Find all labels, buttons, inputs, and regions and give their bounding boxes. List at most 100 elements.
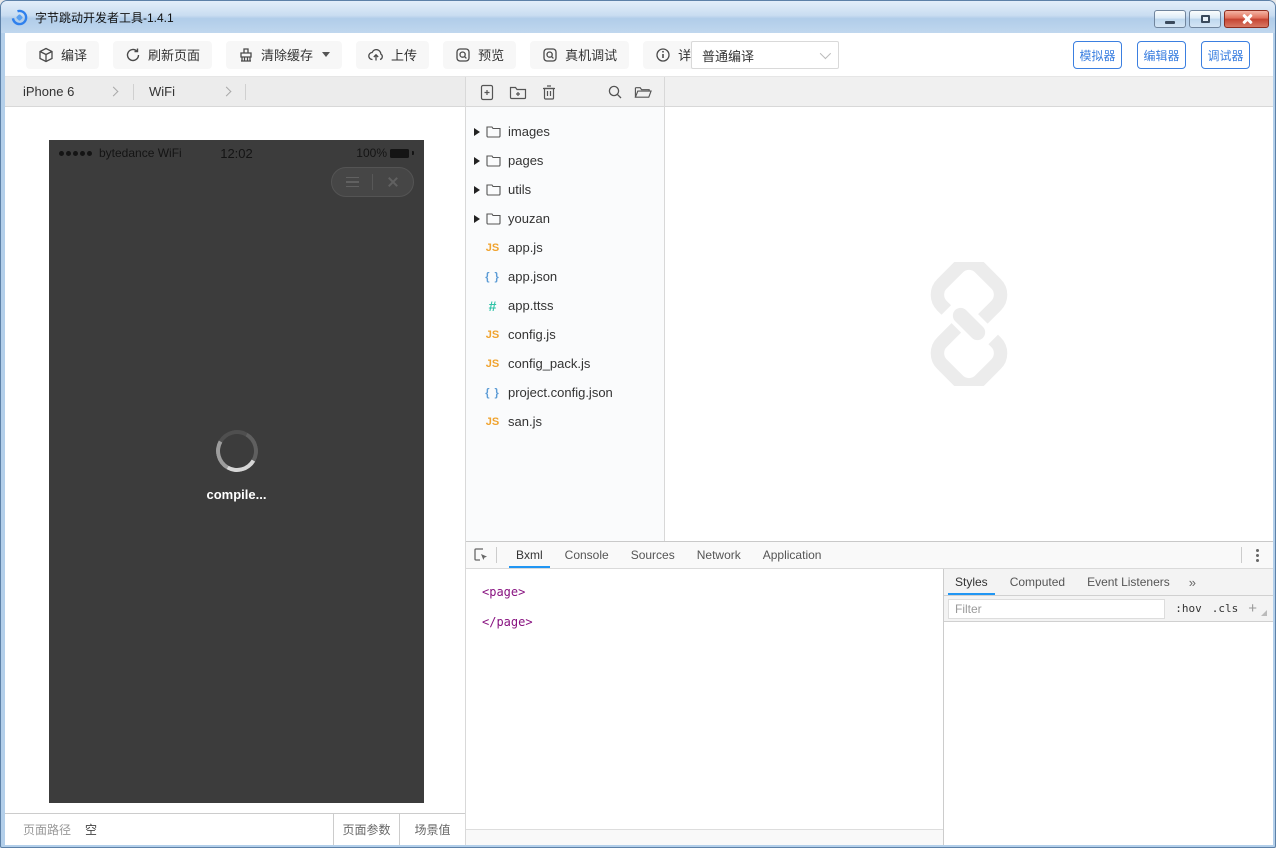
mini-program-menu-button[interactable] (332, 168, 372, 196)
code-line: </page> (482, 607, 943, 637)
network-name: WiFi (149, 84, 175, 99)
code-line: <page> (482, 577, 943, 607)
loading-spinner (211, 425, 262, 476)
tab-bxml[interactable]: Bxml (505, 542, 554, 568)
js-file-icon: JS (484, 329, 501, 341)
styles-content-empty (944, 622, 1273, 845)
styles-filter-input[interactable] (948, 599, 1165, 619)
device-bar: iPhone 6 WiFi (5, 77, 465, 107)
app-logo-icon (11, 9, 28, 26)
clear-cache-button[interactable]: 清除缓存 (226, 41, 342, 69)
expand-arrow-icon (474, 157, 480, 165)
tab-event-listeners[interactable]: Event Listeners (1076, 569, 1181, 595)
qr-scan-icon (455, 47, 471, 63)
folder-name: utils (508, 182, 531, 197)
folder-icon (486, 212, 501, 225)
open-folder-icon (634, 84, 652, 100)
network-select[interactable]: WiFi (134, 77, 245, 106)
new-folder-icon (509, 84, 527, 100)
trash-icon (542, 84, 556, 100)
file-name: san.js (508, 414, 542, 429)
file-tree-toolbar (466, 77, 665, 107)
tab-styles[interactable]: Styles (944, 569, 999, 595)
compile-mode-select[interactable]: 普通编译 (691, 41, 839, 69)
refresh-page-button[interactable]: 刷新页面 (113, 41, 212, 69)
minimize-icon (1165, 21, 1175, 24)
folder-row-youzan[interactable]: youzan (466, 204, 664, 233)
mini-program-close-button[interactable] (373, 168, 413, 196)
bytedance-ide-watermark-logo (907, 262, 1031, 386)
page-path-value: 空 (85, 821, 97, 838)
simulator-panel: iPhone 6 WiFi bytedance WiFi 12:02 (5, 77, 466, 845)
tab-computed[interactable]: Computed (999, 569, 1076, 595)
divider (1241, 547, 1242, 563)
folder-row-utils[interactable]: utils (466, 175, 664, 204)
tab-sources[interactable]: Sources (620, 542, 686, 568)
chevron-down-icon (820, 48, 831, 59)
devtools-menu-button[interactable] (1252, 545, 1263, 566)
compile-button[interactable]: 编译 (26, 41, 99, 69)
folder-row-images[interactable]: images (466, 117, 664, 146)
new-file-button[interactable] (478, 83, 496, 101)
inspect-element-button[interactable] (466, 542, 496, 568)
close-button[interactable] (1224, 10, 1269, 28)
scene-value-tab[interactable]: 场景值 (399, 814, 465, 845)
folder-name: pages (508, 153, 543, 168)
folder-icon (486, 154, 501, 167)
page-path-label: 页面路径 (23, 821, 71, 838)
styles-sidebar: Styles Computed Event Listeners » :hov .… (944, 569, 1273, 845)
folder-row-pages[interactable]: pages (466, 146, 664, 175)
file-row-app-ttss[interactable]: # app.ttss (466, 291, 664, 320)
broom-icon (238, 47, 254, 63)
device-select[interactable]: iPhone 6 (5, 77, 133, 106)
preview-label: 预览 (478, 45, 504, 64)
styles-filter-bar: :hov .cls + (944, 596, 1273, 622)
remote-debug-label: 真机调试 (565, 45, 617, 64)
preview-button[interactable]: 预览 (443, 41, 516, 69)
chevron-right-icon (109, 87, 119, 97)
battery-tip (412, 151, 414, 155)
file-row-config-js[interactable]: JS config.js (466, 320, 664, 349)
file-name: project.config.json (508, 385, 613, 400)
new-style-rule-button[interactable]: + (1248, 600, 1257, 617)
tab-network[interactable]: Network (686, 542, 752, 568)
element-classes-button[interactable]: .cls (1212, 602, 1239, 615)
page-status-bar: 页面路径 空 页面参数 场景值 (5, 813, 465, 845)
file-tree: images pages utils y (466, 107, 665, 541)
js-file-icon: JS (484, 358, 501, 370)
file-name: app.ttss (508, 298, 554, 313)
upload-button[interactable]: 上传 (356, 41, 429, 69)
file-row-config-pack-js[interactable]: JS config_pack.js (466, 349, 664, 378)
compile-label: 编译 (61, 45, 87, 64)
elements-breadcrumb-bar (466, 829, 943, 845)
package-icon (38, 47, 54, 63)
file-row-project-config-json[interactable]: { } project.config.json (466, 378, 664, 407)
caret-down-icon (322, 52, 330, 57)
open-project-button[interactable] (634, 83, 652, 101)
delete-file-button[interactable] (540, 83, 558, 101)
search-files-button[interactable] (606, 83, 624, 101)
carrier-label: bytedance WiFi (99, 146, 182, 160)
editor-toggle-button[interactable]: 编辑器 (1137, 41, 1186, 69)
phone-status-bar: bytedance WiFi 12:02 100% (49, 140, 424, 166)
debugger-toggle-button[interactable]: 调试器 (1201, 41, 1250, 69)
tab-application[interactable]: Application (752, 542, 833, 568)
page-params-tab[interactable]: 页面参数 (333, 814, 399, 845)
simulator-toggle-button[interactable]: 模拟器 (1073, 41, 1122, 69)
upload-label: 上传 (391, 45, 417, 64)
js-file-icon: JS (484, 416, 501, 428)
styles-tab-bar: Styles Computed Event Listeners » (944, 569, 1273, 596)
minimize-button[interactable] (1154, 10, 1186, 28)
file-row-san-js[interactable]: JS san.js (466, 407, 664, 436)
new-folder-button[interactable] (509, 83, 527, 101)
maximize-button[interactable] (1189, 10, 1221, 28)
tab-console[interactable]: Console (554, 542, 620, 568)
file-row-app-js[interactable]: JS app.js (466, 233, 664, 262)
file-row-app-json[interactable]: { } app.json (466, 262, 664, 291)
close-icon (387, 176, 399, 188)
file-tree-toolbar-band (466, 77, 1273, 107)
remote-debug-button[interactable]: 真机调试 (530, 41, 629, 69)
file-name: app.json (508, 269, 557, 284)
toggle-pseudo-state-button[interactable]: :hov (1175, 602, 1202, 615)
more-tabs-button[interactable]: » (1181, 575, 1204, 590)
